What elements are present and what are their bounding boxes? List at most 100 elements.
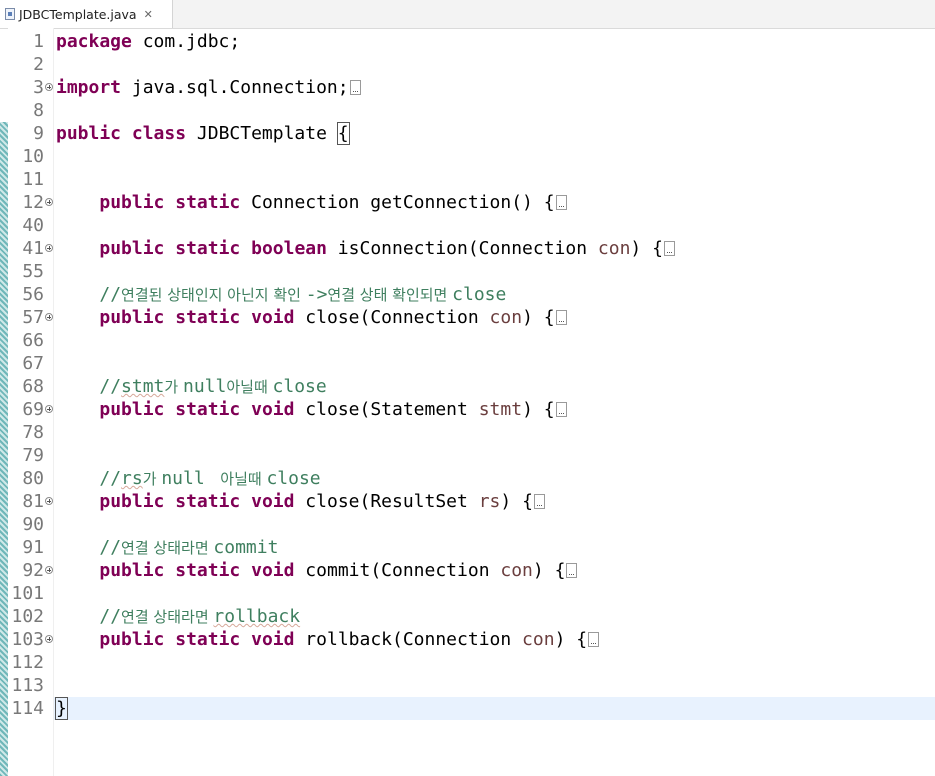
code-token: boolean (251, 238, 327, 259)
code-token: public (99, 307, 165, 328)
code-line[interactable]: 55 (8, 260, 935, 283)
fold-expand-icon[interactable] (45, 405, 53, 413)
close-icon[interactable]: ✕ (144, 8, 153, 21)
code-line[interactable]: 78 (8, 421, 935, 444)
code-line[interactable]: 81 public static void close(ResultSet rs… (8, 490, 935, 513)
code-text: public static void commit(Connection con… (56, 559, 578, 582)
code-token: stmt (478, 399, 523, 420)
line-number: 8 (33, 100, 44, 121)
code-line[interactable]: 66 (8, 329, 935, 352)
code-token: class (131, 123, 187, 144)
fold-expand-icon[interactable] (45, 83, 53, 91)
code-token: isConnection(Connection (326, 238, 598, 259)
line-number: 11 (22, 169, 44, 190)
code-text: public static void close(ResultSet rs) { (56, 490, 545, 513)
code-line[interactable]: 69 public static void close(Statement st… (8, 398, 935, 421)
code-line[interactable]: 2 (8, 53, 935, 76)
collapsed-block-icon[interactable] (555, 195, 567, 210)
code-text: //연결 상태라면 rollback (56, 605, 300, 629)
code-line[interactable]: 8 (8, 99, 935, 122)
code-text: public static Connection getConnection()… (56, 191, 567, 214)
code-token: null (182, 376, 227, 397)
code-line[interactable]: 79 (8, 444, 935, 467)
code-token: -> (305, 284, 328, 305)
code-text: public static void close(Statement stmt)… (56, 398, 567, 421)
code-token: java.sql.Connection; (121, 77, 349, 98)
collapsed-block-icon[interactable] (566, 563, 578, 578)
code-token: ) { (554, 629, 588, 650)
fold-expand-icon[interactable] (45, 198, 53, 206)
collapsed-block-icon[interactable] (349, 80, 361, 95)
code-line[interactable]: 57 public static void close(Connection c… (8, 306, 935, 329)
code-token: public (99, 238, 165, 259)
code-token: static (175, 192, 241, 213)
code-line[interactable]: 103 public static void rollback(Connecti… (8, 628, 935, 651)
collapsed-block-icon[interactable] (555, 310, 567, 325)
code-token: static (175, 238, 241, 259)
line-number: 78 (22, 422, 44, 443)
code-line[interactable]: 41 public static boolean isConnection(Co… (8, 237, 935, 260)
code-line[interactable]: 9 public class JDBCTemplate { (8, 122, 935, 145)
code-line[interactable]: 67 (8, 352, 935, 375)
code-token: 가 (142, 470, 162, 488)
code-line[interactable]: 91 //연결 상태라면 commit (8, 536, 935, 559)
text-caret (66, 698, 68, 717)
code-line[interactable]: 68 //stmt가 null아닐때 close (8, 375, 935, 398)
code-line[interactable]: 92 public static void commit(Connection … (8, 559, 935, 582)
code-token: 가 (164, 378, 183, 396)
line-number: 114 (11, 698, 44, 719)
code-token: close(Statement (294, 399, 479, 420)
code-line[interactable]: 1 package com.jdbc; (8, 30, 935, 53)
line-number: 41 (22, 238, 44, 259)
line-number: 112 (11, 652, 44, 673)
code-line[interactable]: 11 (8, 168, 935, 191)
line-number: 3 (33, 77, 44, 98)
line-number: 9 (33, 123, 44, 144)
code-line[interactable]: 40 (8, 214, 935, 237)
code-line[interactable]: 56 //연결된 상태인지 아닌지 확인 ->연결 상태 확인되면 close (8, 283, 935, 306)
code-token: Connection getConnection() { (240, 192, 555, 213)
code-line[interactable]: 114} (8, 697, 935, 720)
code-line[interactable]: 113 (8, 674, 935, 697)
fold-expand-icon[interactable] (45, 313, 53, 321)
code-token: package (56, 31, 132, 52)
line-number: 67 (22, 353, 44, 374)
code-line[interactable]: 10 (8, 145, 935, 168)
code-line[interactable]: 80 //rs가 null 아닐때 close (8, 467, 935, 490)
collapsed-block-icon[interactable] (555, 402, 567, 417)
line-number: 57 (22, 307, 44, 328)
code-token: ) { (522, 399, 555, 420)
code-token: public (99, 560, 165, 581)
line-number: 68 (22, 376, 44, 397)
line-number: 103 (11, 629, 44, 650)
code-line[interactable]: 112 (8, 651, 935, 674)
code-line[interactable]: 101 (8, 582, 935, 605)
fold-expand-icon[interactable] (45, 566, 53, 574)
fold-expand-icon[interactable] (45, 497, 53, 505)
fold-expand-icon[interactable] (45, 244, 53, 252)
code-line[interactable]: 90 (8, 513, 935, 536)
editor-tab[interactable]: JDBCTemplate.java ✕ (0, 0, 173, 28)
fold-expand-icon[interactable] (45, 635, 53, 643)
collapsed-block-icon[interactable] (663, 241, 675, 256)
code-token: rs (478, 491, 501, 512)
code-line[interactable]: 3 import java.sql.Connection; (8, 76, 935, 99)
code-token: con (489, 307, 523, 328)
code-token: public (99, 491, 165, 512)
code-line[interactable]: 12 public static Connection getConnectio… (8, 191, 935, 214)
code-text: //연결된 상태인지 아닌지 확인 ->연결 상태 확인되면 close (56, 283, 506, 307)
line-number: 92 (22, 560, 44, 581)
code-line[interactable]: 102 //연결 상태라면 rollback (8, 605, 935, 628)
collapsed-block-icon[interactable] (533, 494, 545, 509)
line-number: 55 (22, 261, 44, 282)
collapsed-block-icon[interactable] (588, 632, 600, 647)
